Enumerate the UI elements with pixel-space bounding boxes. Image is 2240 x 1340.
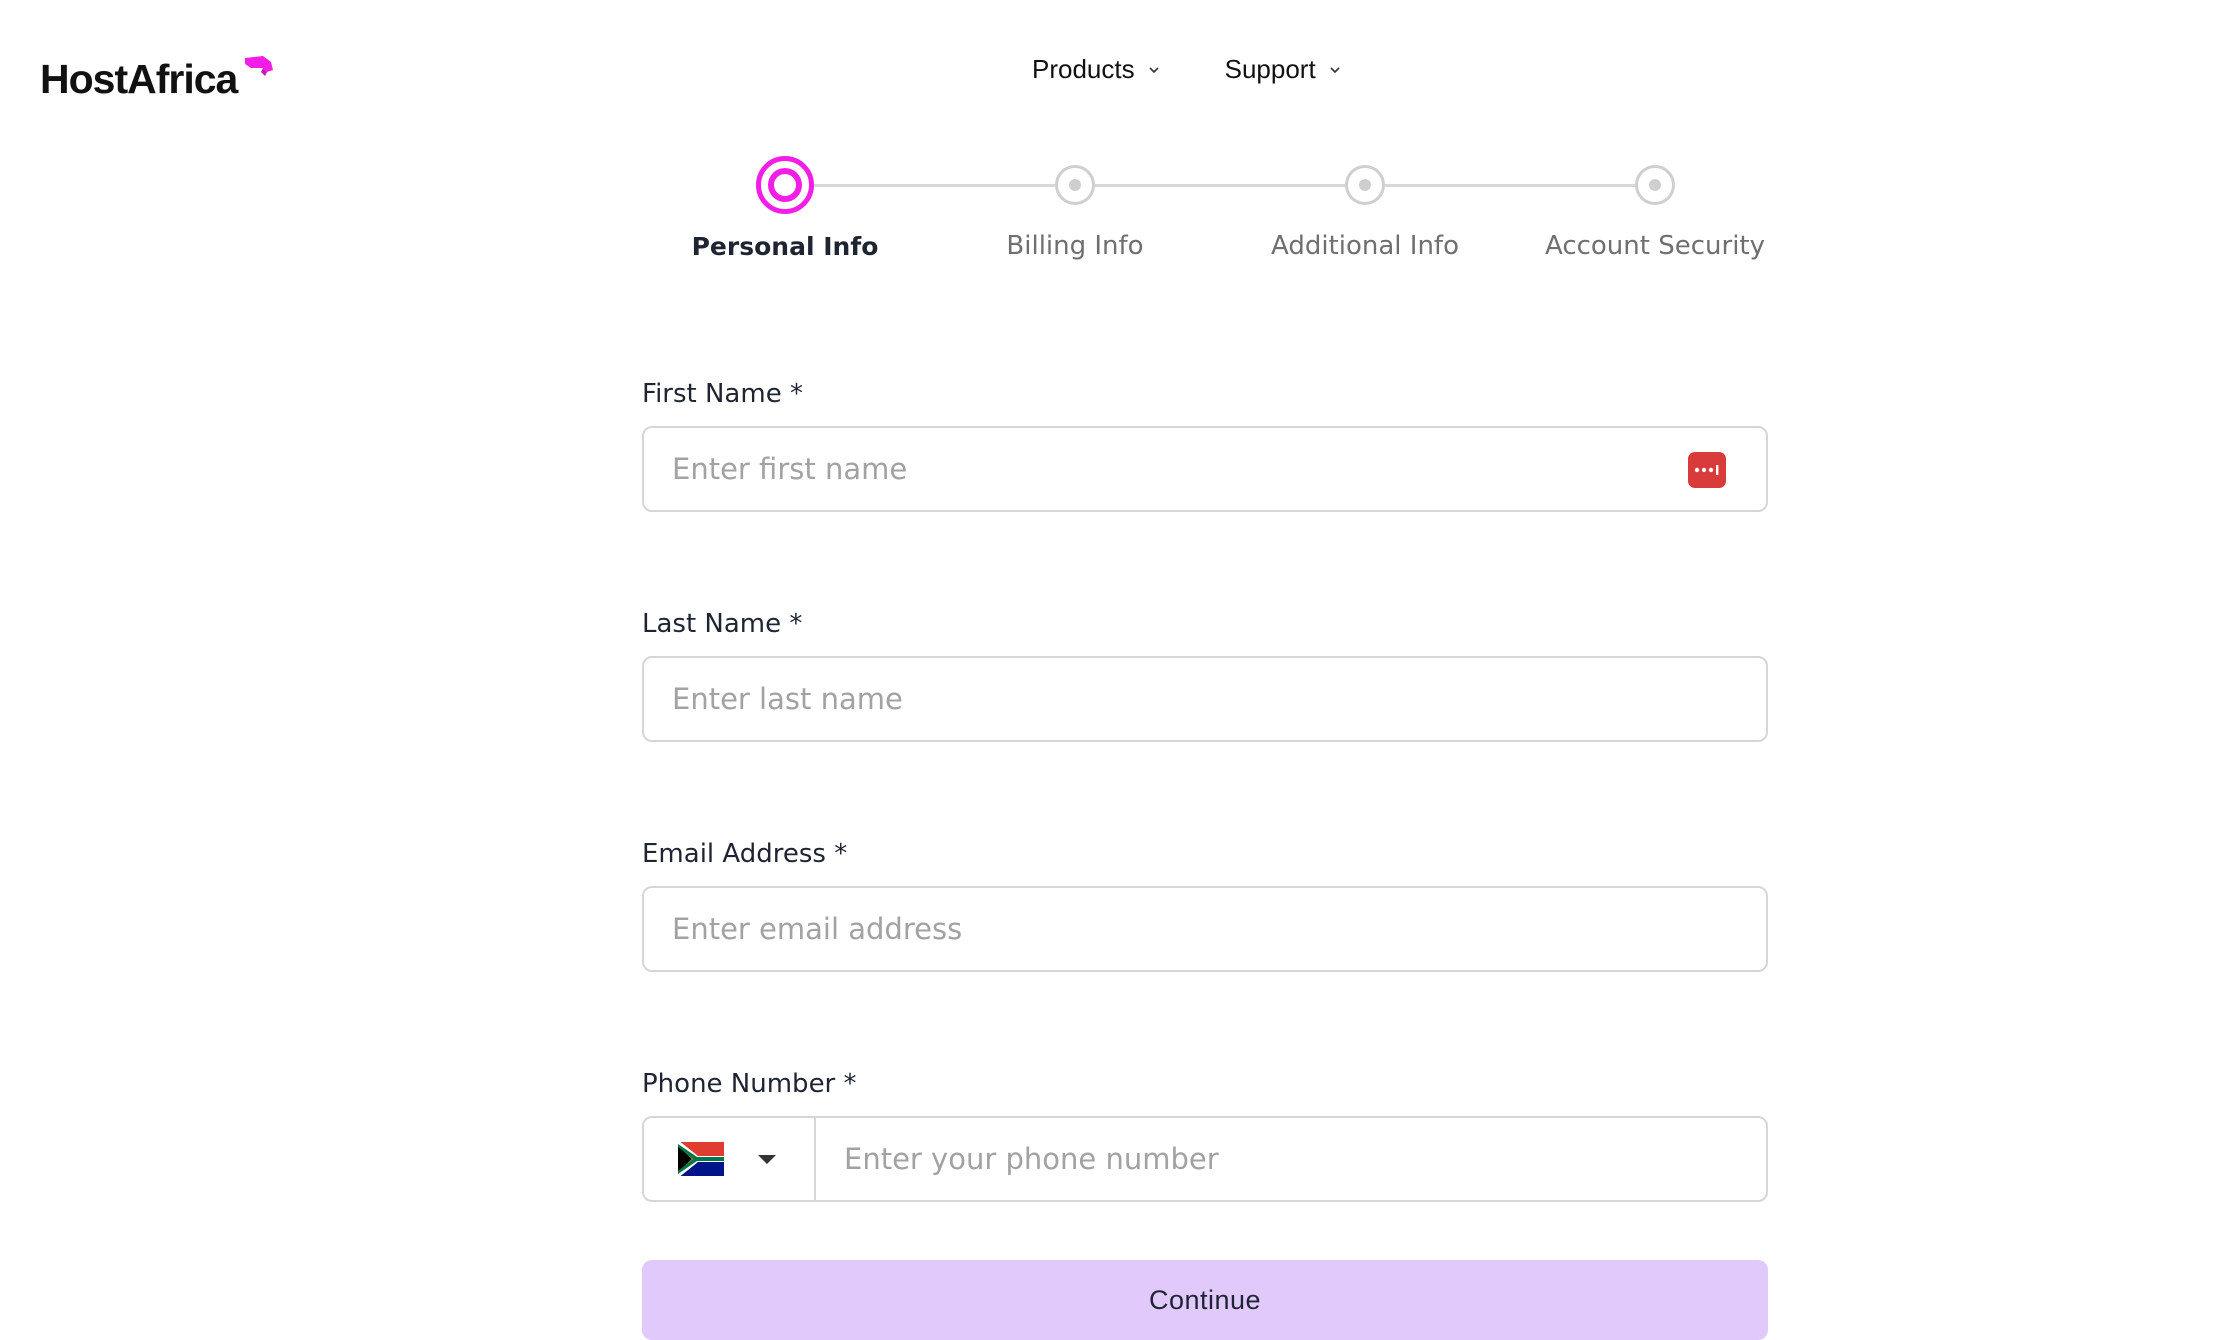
- brand-name: HostAfrica: [40, 56, 238, 102]
- phone-number-input[interactable]: [816, 1118, 1766, 1200]
- ellipsis-icon: [1694, 465, 1719, 475]
- step-label: Billing Info: [1006, 231, 1144, 261]
- caret-down-icon: [758, 1154, 776, 1164]
- nav-products[interactable]: Products: [1032, 54, 1161, 85]
- personal-info-form: First Name * Last Name * Email Address *: [642, 376, 1768, 1340]
- step-label: Additional Info: [1271, 231, 1459, 261]
- last-name-label: Last Name *: [642, 609, 803, 639]
- site-header: HostAfrica Products Support: [0, 0, 2240, 130]
- progress-stepper: Personal Info Billing Info Additional In…: [640, 150, 1800, 280]
- phone-input-wrapper: [642, 1116, 1768, 1202]
- first-name-input[interactable]: [644, 428, 1766, 510]
- last-name-input[interactable]: [644, 658, 1766, 740]
- first-name-input-wrapper: [642, 426, 1768, 512]
- last-name-input-wrapper: [642, 656, 1768, 742]
- step-personal-info: Personal Info: [640, 150, 930, 261]
- step-indicator: [1345, 165, 1385, 205]
- step-account-security: Account Security: [1510, 150, 1800, 261]
- continue-button[interactable]: Continue: [642, 1260, 1768, 1340]
- country-code-select[interactable]: [644, 1118, 816, 1200]
- email-label: Email Address *: [642, 839, 848, 869]
- step-active-indicator: [756, 156, 814, 214]
- phone-field: Phone Number *: [642, 1066, 1768, 1202]
- password-manager-icon[interactable]: [1688, 452, 1726, 488]
- step-label: Personal Info: [691, 232, 879, 261]
- nav-products-label: Products: [1032, 54, 1135, 84]
- main-nav: Products Support: [1032, 54, 1342, 85]
- first-name-field: First Name *: [642, 376, 1768, 512]
- nav-support[interactable]: Support: [1225, 54, 1342, 85]
- africa-logo-icon: [245, 56, 274, 76]
- step-billing-info: Billing Info: [930, 150, 1220, 261]
- brand-logo[interactable]: HostAfrica: [40, 40, 275, 100]
- email-input-wrapper: [642, 886, 1768, 972]
- phone-label: Phone Number *: [642, 1069, 857, 1099]
- nav-support-label: Support: [1224, 54, 1316, 84]
- chevron-down-icon: [1149, 66, 1159, 73]
- south-africa-flag-icon: [678, 1142, 724, 1176]
- last-name-field: Last Name *: [642, 606, 1768, 742]
- step-additional-info: Additional Info: [1220, 150, 1510, 261]
- first-name-label: First Name *: [642, 379, 803, 409]
- step-indicator: [1055, 165, 1095, 205]
- step-label: Account Security: [1544, 231, 1765, 261]
- email-field: Email Address *: [642, 836, 1768, 972]
- email-input[interactable]: [644, 888, 1766, 970]
- chevron-down-icon: [1330, 66, 1340, 73]
- step-indicator: [1635, 165, 1675, 205]
